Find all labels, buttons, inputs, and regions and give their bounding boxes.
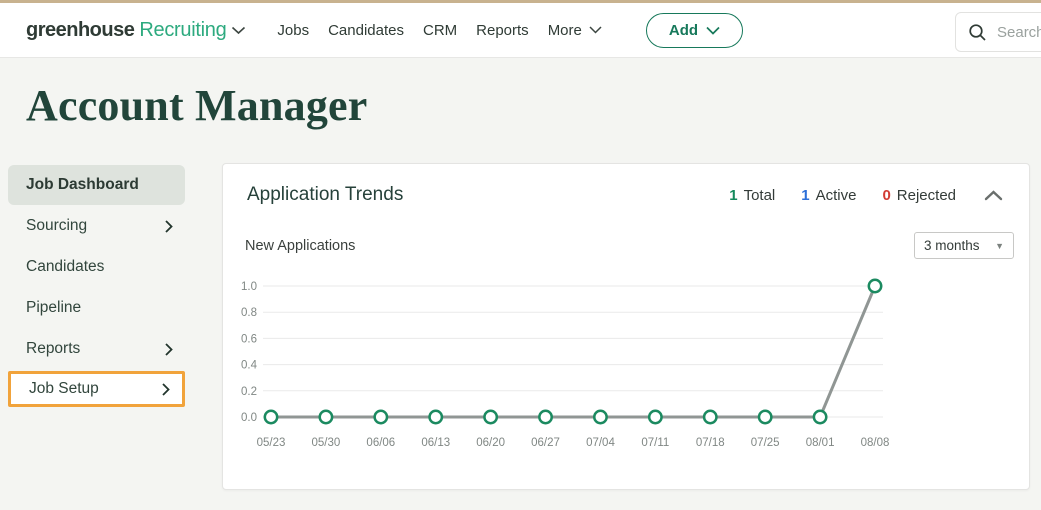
svg-text:06/06: 06/06	[366, 437, 395, 449]
stat-active-value: 1	[801, 186, 810, 204]
svg-text:06/20: 06/20	[476, 437, 505, 449]
panel-title: Application Trends	[247, 184, 404, 205]
chevron-down-icon	[706, 26, 720, 35]
chevron-right-icon	[162, 382, 170, 396]
svg-text:1.0: 1.0	[241, 281, 257, 293]
svg-text:08/01: 08/01	[806, 437, 835, 449]
svg-text:07/25: 07/25	[751, 437, 780, 449]
dropdown-arrow-icon: ▼	[995, 240, 1004, 251]
chart-controls: New Applications 3 months ▼	[223, 232, 1029, 259]
application-trends-panel: Application Trends 1 Total 1 Active 0 Re…	[222, 163, 1030, 490]
svg-text:07/04: 07/04	[586, 437, 615, 449]
stat-total-label: Total	[743, 186, 776, 204]
stat-rejected-label: Rejected	[896, 186, 956, 204]
panel-header: Application Trends 1 Total 1 Active 0 Re…	[223, 164, 1029, 206]
stat-total: 1 Total	[729, 187, 775, 204]
chevron-down-icon	[589, 26, 602, 34]
page-title: Account Manager	[26, 81, 368, 130]
sidebar-item-reports[interactable]: Reports	[8, 329, 185, 369]
nav-crm[interactable]: CRM	[423, 22, 457, 39]
sidebar-item-job-setup[interactable]: Job Setup	[8, 371, 185, 407]
svg-text:08/08: 08/08	[861, 437, 890, 449]
brand-logo[interactable]: greenhouse Recruiting	[26, 19, 246, 42]
chevron-up-icon	[984, 189, 1003, 200]
sidebar-item-label: Job Dashboard	[26, 176, 139, 193]
line-chart: 1.0 0.8 0.6 0.4 0.2 0.0 05/23 05/30 06/06 06/13 06…	[239, 276, 929, 471]
nav-jobs[interactable]: Jobs	[277, 22, 309, 39]
sidebar-item-pipeline[interactable]: Pipeline	[8, 288, 185, 328]
svg-text:0.4: 0.4	[241, 360, 258, 372]
chevron-right-icon	[165, 342, 173, 356]
top-navbar: greenhouse Recruiting Jobs Candidates CR…	[0, 3, 1041, 58]
nav-reports[interactable]: Reports	[476, 22, 529, 39]
primary-nav: Jobs Candidates CRM Reports More	[277, 22, 602, 39]
sidebar-item-label: Job Setup	[29, 380, 99, 397]
svg-text:07/11: 07/11	[641, 437, 669, 449]
search-icon	[969, 23, 986, 41]
search-field[interactable]	[955, 12, 1041, 52]
sidebar-item-label: Candidates	[26, 258, 105, 275]
sidebar-nav: Job Dashboard Sourcing Candidates Pipeli…	[8, 165, 185, 408]
chart-canvas: 1.0 0.8 0.6 0.4 0.2 0.0 05/23 05/30 06/06 06/13 06…	[241, 278, 890, 449]
svg-text:05/30: 05/30	[312, 437, 341, 449]
nav-more[interactable]: More	[548, 22, 602, 39]
svg-text:0.8: 0.8	[241, 307, 257, 319]
svg-text:0.2: 0.2	[241, 386, 257, 398]
svg-text:05/23: 05/23	[257, 437, 286, 449]
chevron-right-icon	[165, 219, 173, 233]
collapse-panel-button[interactable]	[982, 188, 1005, 203]
sidebar-item-label: Reports	[26, 340, 81, 357]
stat-rejected: 0 Rejected	[882, 187, 956, 204]
svg-text:06/27: 06/27	[531, 437, 560, 449]
chevron-down-icon	[232, 26, 246, 34]
panel-stats: 1 Total 1 Active 0 Rejected	[729, 187, 1005, 204]
sidebar-item-label: Sourcing	[26, 217, 88, 234]
date-range-select[interactable]: 3 months ▼	[914, 232, 1014, 259]
svg-text:0.0: 0.0	[241, 412, 257, 424]
stat-total-value: 1	[729, 186, 738, 204]
sidebar-item-sourcing[interactable]: Sourcing	[8, 206, 185, 246]
stat-rejected-value: 0	[882, 186, 891, 204]
nav-candidates[interactable]: Candidates	[328, 22, 404, 39]
stat-active: 1 Active	[801, 187, 856, 204]
search-input[interactable]	[997, 23, 1041, 41]
svg-text:07/18: 07/18	[696, 437, 725, 449]
chart-subtitle: New Applications	[245, 237, 356, 254]
sidebar-item-label: Pipeline	[26, 299, 82, 316]
sidebar-item-job-dashboard[interactable]: Job Dashboard	[8, 165, 185, 205]
add-button[interactable]: Add	[645, 12, 744, 48]
svg-text:0.6: 0.6	[241, 333, 257, 345]
add-button-label: Add	[668, 21, 699, 39]
sidebar-item-candidates[interactable]: Candidates	[8, 247, 185, 287]
brand-product: Recruiting	[139, 18, 227, 41]
date-range-value: 3 months	[924, 238, 980, 253]
nav-more-label: More	[547, 21, 582, 39]
svg-text:06/13: 06/13	[421, 437, 450, 449]
brand-name: greenhouse	[26, 18, 135, 41]
stat-active-label: Active	[815, 186, 857, 204]
